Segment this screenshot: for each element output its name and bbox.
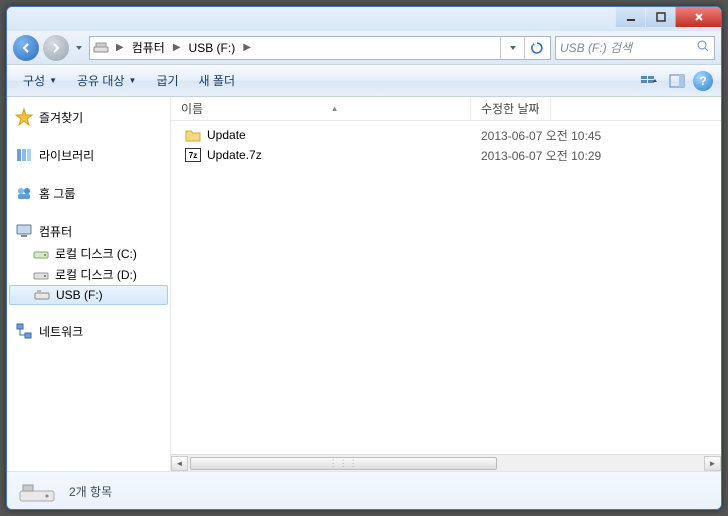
file-name: Update.7z	[207, 148, 262, 162]
file-row[interactable]: 7z Update.7z 2013-06-07 오전 10:29	[171, 145, 721, 165]
chevron-right-icon[interactable]: ▶	[114, 42, 126, 53]
label: 수정한 날짜	[481, 100, 540, 117]
label: 홈 그룹	[39, 185, 75, 202]
label: USB (F:)	[56, 288, 103, 302]
scroll-right-button[interactable]: ►	[704, 456, 721, 471]
back-button[interactable]	[13, 35, 39, 61]
view-options-button[interactable]	[637, 70, 661, 92]
folder-icon	[185, 128, 201, 142]
preview-pane-button[interactable]	[665, 70, 689, 92]
disk-icon	[33, 269, 49, 281]
nav-pane: 즐겨찾기 라이브러리 홈 그룹	[7, 97, 171, 471]
sidebar-drive-d[interactable]: 로컬 디스크 (D:)	[7, 264, 170, 285]
file-name: Update	[207, 128, 246, 142]
maximize-button[interactable]	[645, 7, 675, 27]
title-bar	[7, 7, 721, 31]
drive-icon	[92, 39, 110, 57]
details-pane: 2개 항목	[7, 471, 721, 510]
toolbar: 구성 ▼ 공유 대상 ▼ 굽기 새 폴더 ?	[7, 65, 721, 97]
usb-drive-large-icon	[17, 477, 57, 507]
column-header-name[interactable]: 이름 ▲	[171, 97, 471, 120]
window-controls	[615, 7, 721, 27]
network-icon	[15, 322, 33, 340]
chevron-right-icon[interactable]: ▶	[241, 42, 253, 53]
sidebar-homegroup[interactable]: 홈 그룹	[7, 181, 170, 205]
sidebar-drive-c[interactable]: 로컬 디스크 (C:)	[7, 243, 170, 264]
new-folder-button[interactable]: 새 폴더	[191, 68, 243, 93]
refresh-button[interactable]	[524, 37, 548, 59]
search-placeholder: USB (F:) 검색	[560, 39, 632, 56]
file-row[interactable]: Update 2013-06-07 오전 10:45	[171, 125, 721, 145]
label: 굽기	[156, 72, 178, 89]
usb-drive-icon	[34, 289, 50, 301]
share-button[interactable]: 공유 대상 ▼	[69, 68, 144, 93]
file-date: 2013-06-07 오전 10:45	[471, 127, 601, 144]
label: 즐겨찾기	[39, 109, 83, 126]
file-list-area: 이름 ▲ 수정한 날짜 Update 2013-06-07 오전 10:45	[171, 97, 721, 471]
organize-button[interactable]: 구성 ▼	[15, 68, 65, 93]
homegroup-icon	[15, 184, 33, 202]
column-headers: 이름 ▲ 수정한 날짜	[171, 97, 721, 121]
label: 라이브러리	[39, 147, 94, 164]
sidebar-computer[interactable]: 컴퓨터	[7, 219, 170, 243]
computer-icon	[15, 222, 33, 240]
column-header-modified[interactable]: 수정한 날짜	[471, 97, 551, 120]
status-summary: 2개 항목	[69, 483, 112, 500]
sidebar-favorites[interactable]: 즐겨찾기	[7, 105, 170, 129]
nav-history-dropdown[interactable]	[73, 38, 85, 58]
scroll-track[interactable]: ⋮⋮⋮	[188, 456, 704, 471]
label: 구성	[23, 72, 45, 89]
horizontal-scrollbar[interactable]: ◄ ⋮⋮⋮ ►	[171, 454, 721, 471]
breadcrumb[interactable]: ▶ 컴퓨터 ▶ USB (F:) ▶	[89, 36, 551, 60]
dropdown-icon: ▼	[49, 76, 57, 85]
label: 로컬 디스크 (D:)	[55, 266, 137, 283]
scroll-left-button[interactable]: ◄	[171, 456, 188, 471]
breadcrumb-item[interactable]: 컴퓨터	[126, 37, 171, 58]
file-date: 2013-06-07 오전 10:29	[471, 147, 601, 164]
disk-icon	[33, 248, 49, 260]
nav-bar: ▶ 컴퓨터 ▶ USB (F:) ▶ USB (F:) 검색	[7, 31, 721, 65]
archive-icon: 7z	[185, 148, 201, 162]
explorer-window: ▶ 컴퓨터 ▶ USB (F:) ▶ USB (F:) 검색 구성 ▼	[6, 6, 722, 510]
sidebar-network[interactable]: 네트워크	[7, 319, 170, 343]
sidebar-drive-usb[interactable]: USB (F:)	[9, 285, 168, 305]
label: 공유 대상	[77, 72, 125, 89]
help-button[interactable]: ?	[693, 71, 713, 91]
libraries-icon	[15, 146, 33, 164]
search-icon	[696, 39, 710, 56]
forward-button[interactable]	[43, 35, 69, 61]
close-button[interactable]	[675, 7, 721, 27]
minimize-button[interactable]	[615, 7, 645, 27]
main-area: 즐겨찾기 라이브러리 홈 그룹	[7, 97, 721, 471]
dropdown-icon: ▼	[129, 76, 137, 85]
file-list[interactable]: Update 2013-06-07 오전 10:45 7z Update.7z …	[171, 121, 721, 454]
breadcrumb-dropdown[interactable]	[500, 37, 524, 59]
breadcrumb-item[interactable]: USB (F:)	[183, 39, 242, 57]
chevron-right-icon[interactable]: ▶	[171, 42, 183, 53]
search-input[interactable]: USB (F:) 검색	[555, 36, 715, 60]
sort-ascending-icon: ▲	[331, 104, 339, 113]
label: 새 폴더	[199, 72, 235, 89]
burn-button[interactable]: 굽기	[148, 68, 186, 93]
sidebar-libraries[interactable]: 라이브러리	[7, 143, 170, 167]
label: 컴퓨터	[39, 223, 72, 240]
scroll-thumb[interactable]: ⋮⋮⋮	[190, 457, 497, 470]
label: 이름	[181, 100, 203, 117]
label: 네트워크	[39, 323, 83, 340]
favorites-icon	[15, 108, 33, 126]
label: 로컬 디스크 (C:)	[55, 245, 137, 262]
